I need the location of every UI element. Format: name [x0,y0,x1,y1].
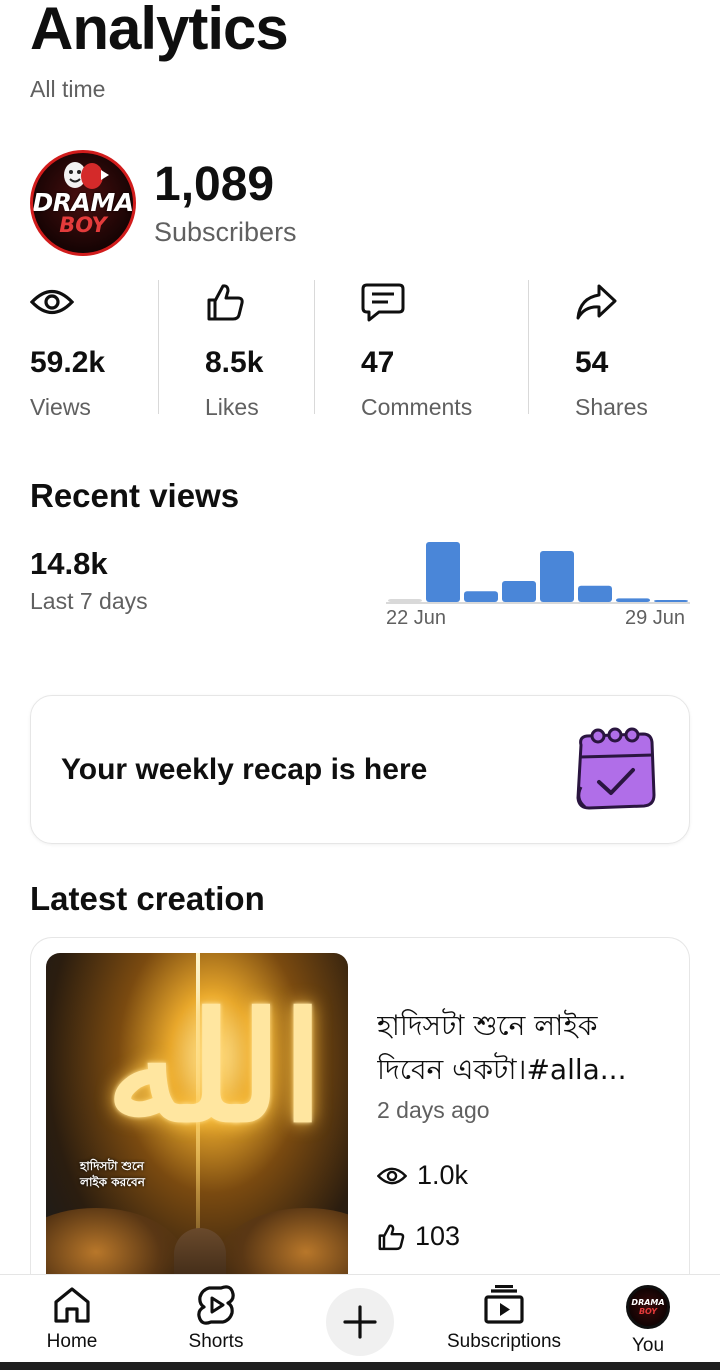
channel-summary: DRAMA BOY 1,089 Subscribers [30,150,297,256]
create-button[interactable] [326,1288,394,1356]
home-icon [54,1287,90,1323]
avatar-text-drama: DRAMA [32,187,134,217]
thumbnail-caption-line: হাদিসটা শুনে [80,1159,144,1173]
system-gesture-bar [0,1362,720,1370]
calligraphy-graphic: الله [106,980,324,1156]
subscriber-count: 1,089 [154,157,275,211]
shares-value: 54 [575,346,609,379]
nav-subscriptions[interactable]: Subscriptions [434,1275,574,1365]
calendar-check-icon [576,727,656,810]
channel-avatar[interactable]: DRAMA BOY [30,150,136,256]
plus-icon [343,1305,377,1339]
video-title[interactable]: হাদিসটা শুনে লাইক দিবেন একটা।#alla... [377,1004,667,1092]
comment-icon [361,280,528,324]
latest-creation-card[interactable]: الله হাদিসটা শুনে লাইক করবেন [30,937,690,1298]
bottom-navigation: Home Shorts Subscriptions DRAMA BOY You [0,1274,720,1370]
comments-value: 47 [361,346,395,379]
chart-bar-23-jun [426,542,460,602]
stat-comments[interactable]: 47 Comments [315,280,528,420]
nav-subscriptions-label: Subscriptions [446,1331,562,1352]
share-icon [575,280,699,324]
period-label[interactable]: All time [30,76,105,103]
subscriber-block: 1,089 Subscribers [154,157,297,248]
recent-views-value: 14.8k [30,546,108,581]
latest-creation-title: Latest creation [30,880,265,917]
eye-icon [30,280,158,324]
shorts-icon [197,1285,235,1325]
comments-label: Comments [361,394,473,420]
subscriber-label: Subscribers [154,216,297,247]
nav-home-label: Home [46,1331,98,1352]
nav-you[interactable]: DRAMA BOY You [608,1275,688,1365]
chart-bar-29-jun [654,600,688,602]
video-views-value: 1.0k [417,1160,469,1190]
thumbs-up-icon [205,280,314,324]
recent-views-title: Recent views [30,477,240,514]
views-value: 59.2k [30,346,106,379]
likes-label: Likes [205,394,259,420]
video-likes-value: 103 [415,1221,461,1251]
video-title-line: দিবেন একটা।#alla... [377,1053,627,1086]
chart-tick-start: 22 Jun [386,607,447,629]
recent-views-period: Last 7 days [30,588,148,614]
stat-likes[interactable]: 8.5k Likes [159,280,314,420]
stats-row: 59.2k Views 8.5k Likes 47 Comments 54 Sh… [30,280,700,420]
chart-bar-28-jun [616,598,650,602]
likes-value: 8.5k [205,346,264,379]
nav-you-label: You [631,1335,665,1356]
nav-shorts-label: Shorts [188,1331,244,1352]
thumbs-up-icon [378,1223,405,1250]
stat-views[interactable]: 59.2k Views [30,280,158,420]
video-age: 2 days ago [377,1097,490,1123]
video-likes: 103 [377,1221,460,1252]
recap-text: Your weekly recap is here [61,752,428,786]
shares-label: Shares [575,394,648,420]
weekly-recap-card[interactable]: Your weekly recap is here [30,695,690,844]
drama-masks-icon [64,162,109,189]
eye-icon [377,1167,407,1184]
profile-avatar-icon: DRAMA BOY [626,1285,670,1329]
nav-shorts[interactable]: Shorts [166,1275,266,1365]
chart-bar-22-jun [388,599,422,602]
video-views: 1.0k [377,1160,468,1191]
chart-tick-end: 29 Jun [625,607,686,629]
chart-bar-24-jun [464,591,498,602]
views-label: Views [30,394,91,420]
stat-shares[interactable]: 54 Shares [529,280,699,420]
video-thumbnail[interactable]: الله হাদিসটা শুনে লাইক করবেন [46,953,348,1298]
avatar-text-drama: DRAMA [631,1298,665,1307]
chart-bar-25-jun [502,581,536,602]
video-title-line: হাদিসটা শুনে লাইক [377,1009,598,1042]
thumbnail-caption-line: লাইক করবেন [80,1175,145,1189]
recent-views-chart[interactable] [386,536,690,604]
thumbnail-caption: হাদিসটা শুনে লাইক করবেন [80,1158,145,1190]
avatar-text-boy: BOY [638,1307,658,1316]
avatar-text-boy: BOY [59,212,107,237]
chart-bar-26-jun [540,551,574,602]
chart-bar-27-jun [578,585,612,602]
nav-home[interactable]: Home [22,1275,122,1365]
subscriptions-icon [484,1285,524,1324]
page-title: Analytics [30,0,289,62]
